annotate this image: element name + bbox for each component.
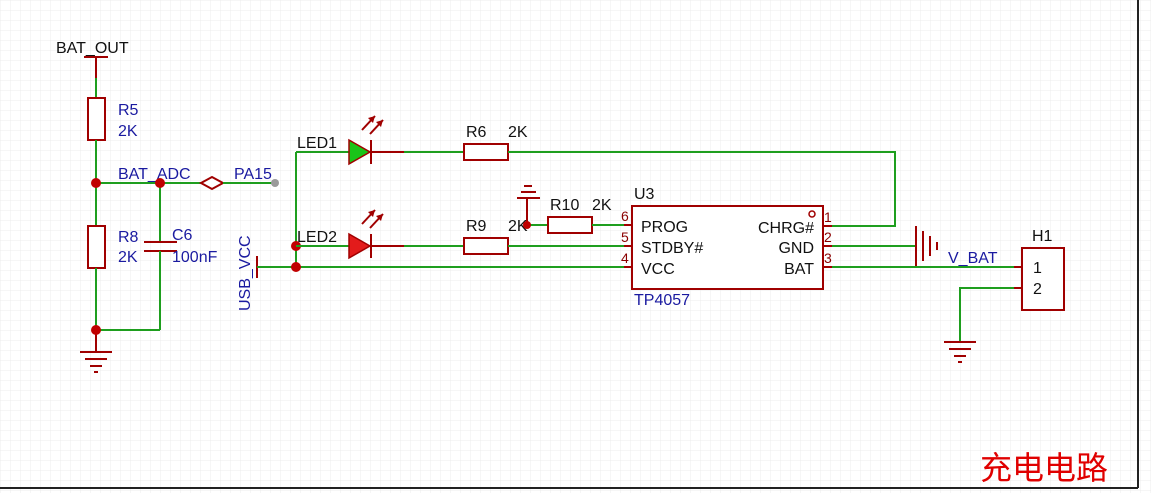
h1-pin2-num: 2 <box>1033 281 1042 298</box>
svg-text:VCC: VCC <box>641 261 675 278</box>
connector-h1[interactable] <box>1021 247 1065 311</box>
net-label-bat-out: BAT_OUT <box>56 40 129 57</box>
resistor-r6[interactable] <box>463 143 509 161</box>
r10-value: 2K <box>592 197 612 214</box>
svg-text:PROG: PROG <box>641 219 688 236</box>
h1-pin1-num: 1 <box>1033 260 1042 277</box>
svg-text:BAT: BAT <box>784 261 814 278</box>
svg-text:1: 1 <box>824 209 832 225</box>
junction-r10 <box>523 221 531 229</box>
junction-c6 <box>155 178 165 188</box>
r5-value: 2K <box>118 123 138 140</box>
c6-ref: C6 <box>172 227 193 244</box>
resistor-r5[interactable] <box>87 97 106 141</box>
r8-value: 2K <box>118 249 138 266</box>
r6-value: 2K <box>508 124 528 141</box>
led2-ref: LED2 <box>297 229 337 246</box>
resistor-r10[interactable] <box>547 216 593 234</box>
resistor-r9[interactable] <box>463 237 509 255</box>
r6-ref: R6 <box>466 124 487 141</box>
h1-ref: H1 <box>1032 228 1053 245</box>
net-label-v-bat: V_BAT <box>948 250 998 267</box>
net-label-pa15: PA15 <box>234 166 272 183</box>
sheet-title: 充电电路 <box>980 450 1108 486</box>
r10-ref: R10 <box>550 197 579 214</box>
resistor-r8[interactable] <box>87 225 106 269</box>
net-label-bat-adc: BAT_ADC <box>118 166 191 183</box>
led1-ref: LED1 <box>297 135 337 152</box>
junction-bat-adc <box>91 178 101 188</box>
svg-text:5: 5 <box>621 229 629 245</box>
svg-text:STDBY#: STDBY# <box>641 240 703 257</box>
u3-ref: U3 <box>634 186 655 203</box>
svg-text:3: 3 <box>824 250 832 266</box>
svg-text:4: 4 <box>621 250 629 266</box>
no-connect-pa15 <box>271 179 279 187</box>
r9-ref: R9 <box>466 218 487 235</box>
junction-gnd <box>91 325 101 335</box>
r5-ref: R5 <box>118 102 139 119</box>
schematic-canvas: BAT_OUT R5 2K BAT_ADC PA15 R8 2K C6 100n… <box>0 0 1151 493</box>
junction-vcc-b <box>291 262 301 272</box>
u3-value: TP4057 <box>634 292 690 309</box>
svg-text:2: 2 <box>824 229 832 245</box>
c6-value: 100nF <box>172 249 218 266</box>
svg-text:CHRG#: CHRG# <box>758 220 814 237</box>
net-label-usb-vcc: USB_VCC <box>237 235 254 311</box>
svg-text:GND: GND <box>778 240 814 257</box>
svg-text:6: 6 <box>621 208 629 224</box>
r8-ref: R8 <box>118 229 139 246</box>
